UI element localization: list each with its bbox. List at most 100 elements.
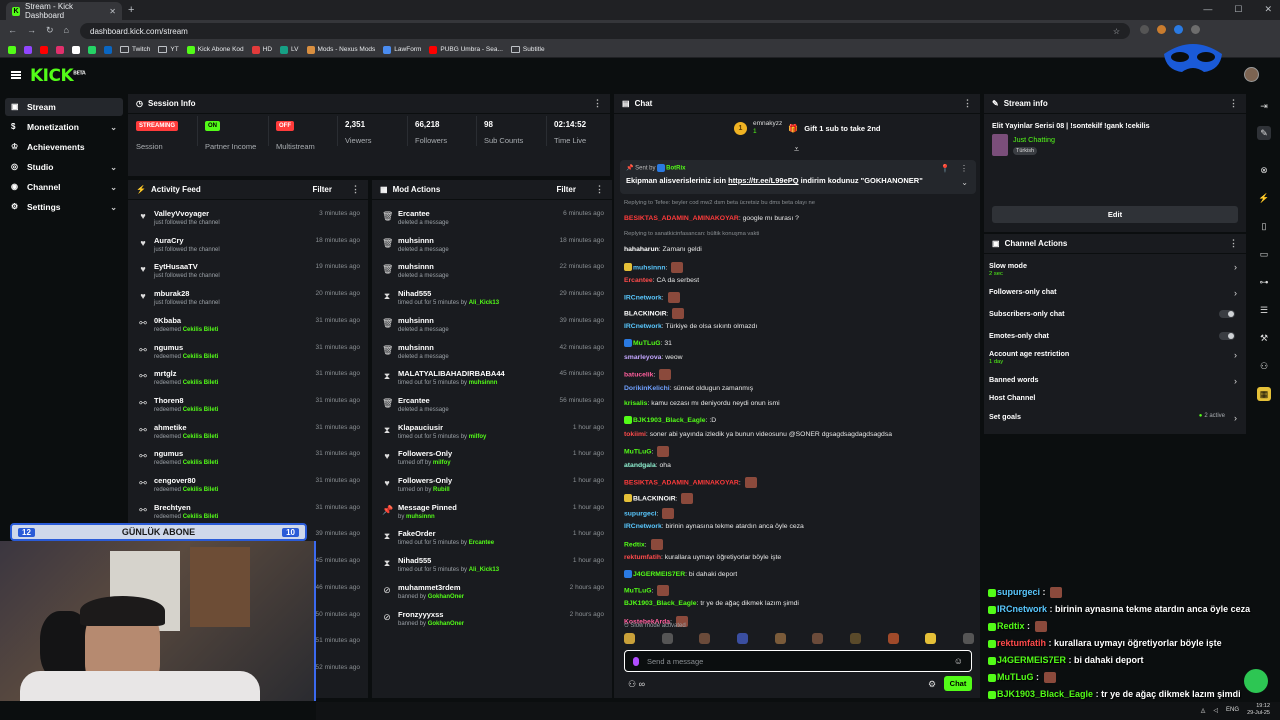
target-icon[interactable]: ⊗ [1257,163,1271,177]
list-icon[interactable]: ☰ [1257,303,1271,317]
chat-message[interactable]: BLACKINOiR: [624,492,694,504]
list-item[interactable]: ⧗ Klapauciusir timed out for 5 minutes by … [372,418,612,444]
channel-action-row[interactable]: Slow mode 2 sec › [989,261,1241,279]
volume-icon[interactable]: ◁ [1213,707,1218,714]
chat-message[interactable]: smarleyova: weow [624,354,683,361]
filter-button[interactable]: Filter [312,185,332,194]
emote-icon[interactable] [887,633,899,644]
collapse-icon[interactable]: ⩡ [794,144,799,155]
edit-stream-info-button[interactable]: Edit [992,206,1238,223]
bookmark-favicon-icon[interactable] [8,45,16,54]
list-item[interactable]: ♥ AuraCry just followed the channel 18 minu… [128,231,368,257]
list-item[interactable]: ⊘ muhammet3rdem banned by GokhanOner 2 hour… [372,578,612,604]
list-item[interactable]: ⧗ Nihad555 timed out for 5 minutes by Ali_… [372,284,612,310]
list-item[interactable]: ⚯ 0Kbaba redeemed Cekilis Bileti 31 minutes… [128,311,368,337]
emote-icon[interactable] [661,633,673,644]
emote-icon[interactable] [962,633,974,644]
channel-action-row[interactable]: Followers-only chat › [989,287,1241,305]
chat-message[interactable]: IRCnetwork: birinin aynasına tekme atard… [624,523,804,530]
chat-username[interactable]: MuTLuG [624,587,652,594]
extension-icon[interactable] [1140,25,1149,34]
chat-username[interactable]: DorikinKelichi [624,385,670,392]
channel-action-row[interactable]: Set goals 2 active › [989,412,1241,430]
list-item[interactable]: ⚯ ngumus redeemed Cekilis Bileti 31 minutes… [128,444,368,470]
chat-message[interactable]: Redtix: [624,538,663,550]
chat-message[interactable]: atandgala: oha [624,462,671,469]
menu-icon[interactable] [11,71,21,79]
chat-message[interactable]: muhsinnn: [624,261,684,273]
avatar[interactable] [1244,67,1259,82]
more-options-icon[interactable]: ⋮ [960,164,968,173]
browser-tab[interactable]: K Stream - Kick Dashboard ✕ [6,2,122,20]
chat-username[interactable]: BESIKTAS_ADAMIN_AMINAKOYAR [624,479,739,486]
chat-input[interactable]: Send a message ☺ [624,650,972,672]
chat-message[interactable]: J4GERMEIS7ER: bi dahaki deport [624,569,737,578]
list-item[interactable]: 📌 Message Pinned by muhsinnn 1 hour ago [372,498,612,524]
chat-username[interactable]: tokiimi [624,431,646,438]
channel-action-row[interactable]: Emotes-only chat [989,331,1241,349]
chat-username[interactable]: batucelik [624,372,653,379]
bookmark-favicon-icon[interactable] [56,45,64,54]
back-icon[interactable]: ← [8,25,17,36]
list-item[interactable]: 🗑 Ercantee deleted a message 56 minutes ago [372,391,612,417]
pin-icon[interactable]: 📍 [940,164,950,173]
chat-message[interactable]: BLACKINOiR: [624,307,685,319]
chat-username[interactable]: MuTLuG [624,449,652,456]
maximize-icon[interactable]: ☐ [1234,4,1242,15]
sidebar-item-monetization[interactable]: $ Monetization ⌄ [5,118,123,136]
chat-message[interactable]: BESIKTAS_ADAMIN_AMINAKOYAR: [624,477,757,489]
emoji-icon[interactable]: ☺ [954,656,963,666]
chat-message[interactable]: MuTLuG: 31 [624,338,672,347]
chat-message[interactable]: batucelik: [624,369,672,381]
toggle-switch[interactable] [1219,332,1235,340]
emote-icon[interactable] [812,633,824,644]
infinity-icon[interactable]: ∞ [639,679,645,689]
emote-icon[interactable] [774,633,786,644]
gift-sub-banner[interactable]: 1 emnakyzz 1 🎁 Gift 1 sub to take 2nd [734,120,881,136]
chat-username[interactable]: muhsinnn [633,264,665,271]
bookmark-kick-abone[interactable]: Kick Abone Kod [186,45,244,54]
bookmark-star-icon[interactable]: ☆ [1113,27,1120,36]
list-item[interactable]: ♥ Followers-Only turned on by Rubill 1 hour… [372,471,612,497]
list-item[interactable]: 🗑 muhsinnn deleted a message 42 minutes ago [372,338,612,364]
bookmark-favicon-icon[interactable] [72,45,80,54]
chat-message[interactable]: IRCnetwork: Türkiye de olsa sıkıntı olma… [624,323,757,330]
chat-message[interactable]: BJK1903_Black_Eagle: tr ye de ağaç dikme… [624,600,799,607]
bookmark-favicon-icon[interactable] [104,45,112,54]
chat-message[interactable]: hahaharun: Zamanı geldi [624,246,702,253]
users-icon[interactable]: ⚇ [628,679,636,689]
bookmark-hd[interactable]: HD [251,45,272,54]
bookmark-favicon-icon[interactable] [88,45,96,54]
send-chat-button[interactable]: Chat [944,676,972,691]
list-item[interactable]: 🗑 Ercantee deleted a message 6 minutes ago [372,204,612,230]
emote-icon[interactable] [699,633,711,644]
more-options-icon[interactable]: ⋮ [595,184,604,195]
chevron-down-icon[interactable]: ⌄ [961,178,968,187]
chat-message[interactable]: Ercantee: CA da serbest [624,277,699,284]
sidebar-item-channel[interactable]: ◉ Channel ⌄ [5,178,123,196]
chat-username[interactable]: BJK1903_Black_Eagle [633,416,706,423]
bookmark-favicon-icon[interactable] [24,45,32,54]
emote-icon[interactable] [624,633,635,644]
list-item[interactable]: ⧗ MALATYALIBAHADIRBABA44 timed out for 5 m… [372,364,612,390]
chat-username[interactable]: rektumfatih [624,554,661,561]
chat-username[interactable]: krisalis [624,400,647,407]
chat-username[interactable]: BJK1903_Black_Eagle [624,600,697,607]
chat-username[interactable]: Ercantee [624,277,653,284]
kick-logo[interactable]: KICKBETA [30,66,86,86]
new-tab-button[interactable]: + [128,4,134,16]
bookmark-lawform[interactable]: LawForm [383,45,421,54]
list-item[interactable]: ♥ mburak28 just followed the channel 20 min… [128,284,368,310]
list-item[interactable]: ⧗ Nihad555 timed out for 5 minutes by Ali_… [372,551,612,577]
chat-message[interactable]: IRCnetwork: [624,292,680,304]
sidebar-item-studio[interactable]: ◎ Studio ⌄ [5,158,123,176]
channel-action-row[interactable]: Subscribers-only chat [989,309,1241,327]
bookmark-yt[interactable]: YT [158,46,179,53]
category-link[interactable]: Just Chatting [1013,135,1055,144]
calendar-icon[interactable]: ▦ [1257,387,1271,401]
channel-action-row[interactable]: Account age restriction 1 day › [989,349,1241,367]
bookmark-favicon-icon[interactable] [40,45,48,54]
chat-username[interactable]: BLACKINOiR [633,495,676,502]
extension-icon[interactable] [1191,25,1200,34]
chat-message[interactable]: DorikinKelichi: sünnet oldugun zamanmış [624,385,753,392]
